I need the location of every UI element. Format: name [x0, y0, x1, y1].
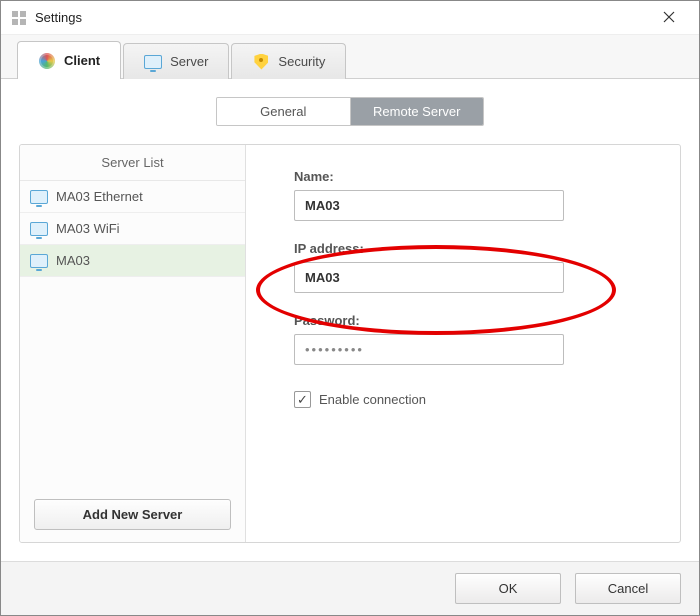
- server-form-pane: Name: IP address: Password: ✓ Enable con…: [246, 145, 680, 542]
- add-new-server-button[interactable]: Add New Server: [34, 499, 231, 530]
- subtab-general[interactable]: General: [217, 98, 350, 125]
- list-item-label: MA03: [56, 253, 90, 268]
- list-item-label: MA03 WiFi: [56, 221, 120, 236]
- name-label: Name:: [294, 169, 646, 184]
- monitor-icon: [30, 222, 48, 236]
- server-list-header: Server List: [20, 145, 245, 181]
- ip-address-label: IP address:: [294, 241, 646, 256]
- list-item[interactable]: MA03 WiFi: [20, 213, 245, 245]
- enable-connection-row[interactable]: ✓ Enable connection: [294, 391, 646, 408]
- dialog-footer: OK Cancel: [1, 561, 699, 615]
- main-tabbar: Client Server Security: [1, 35, 699, 79]
- server-icon: [144, 53, 162, 71]
- close-button[interactable]: [649, 4, 689, 32]
- tab-security[interactable]: Security: [231, 43, 346, 79]
- enable-connection-checkbox[interactable]: ✓: [294, 391, 311, 408]
- list-item[interactable]: MA03 Ethernet: [20, 181, 245, 213]
- subtabs: General Remote Server: [216, 97, 484, 126]
- remote-server-panel: Server List MA03 Ethernet MA03 WiFi MA03: [19, 144, 681, 543]
- password-label: Password:: [294, 313, 646, 328]
- ok-button[interactable]: OK: [455, 573, 561, 604]
- name-input[interactable]: [294, 190, 564, 221]
- enable-connection-label: Enable connection: [319, 392, 426, 407]
- tab-label: Server: [170, 54, 208, 69]
- security-icon: [252, 53, 270, 71]
- close-icon: [663, 10, 675, 26]
- cancel-button[interactable]: Cancel: [575, 573, 681, 604]
- tab-server[interactable]: Server: [123, 43, 229, 79]
- subtab-remote-server[interactable]: Remote Server: [350, 98, 484, 125]
- titlebar: Settings: [1, 1, 699, 35]
- settings-window: Settings Client Server Security General …: [0, 0, 700, 616]
- tab-client[interactable]: Client: [17, 41, 121, 79]
- ip-address-input[interactable]: [294, 262, 564, 293]
- tab-content-client: General Remote Server Server List MA03 E…: [1, 79, 699, 561]
- list-item[interactable]: MA03: [20, 245, 245, 277]
- monitor-icon: [30, 190, 48, 204]
- window-title: Settings: [35, 10, 649, 25]
- server-list: MA03 Ethernet MA03 WiFi MA03: [20, 181, 245, 487]
- monitor-icon: [30, 254, 48, 268]
- tab-label: Security: [278, 54, 325, 69]
- client-icon: [38, 52, 56, 70]
- password-input[interactable]: [294, 334, 564, 365]
- tab-label: Client: [64, 53, 100, 68]
- server-list-pane: Server List MA03 Ethernet MA03 WiFi MA03: [20, 145, 246, 542]
- list-item-label: MA03 Ethernet: [56, 189, 143, 204]
- window-icon: [11, 10, 27, 26]
